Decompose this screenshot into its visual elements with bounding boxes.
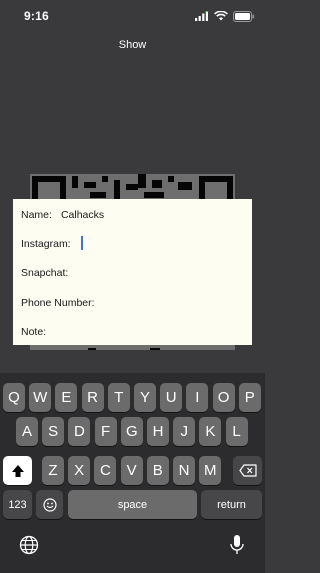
- shift-key[interactable]: [3, 456, 32, 485]
- key-t[interactable]: T: [107, 383, 130, 412]
- key-f[interactable]: F: [94, 417, 117, 446]
- key-h[interactable]: H: [147, 417, 169, 446]
- key-a[interactable]: A: [16, 417, 38, 446]
- key-v[interactable]: V: [120, 456, 143, 485]
- instagram-row: Instagram:: [21, 238, 80, 250]
- page-title: Show: [118, 39, 147, 51]
- name-row: Name: Calhacks: [21, 209, 104, 221]
- key-u[interactable]: U: [160, 383, 183, 412]
- numbers-key[interactable]: 123: [3, 490, 32, 519]
- text-cursor: [81, 236, 83, 250]
- key-m[interactable]: M: [199, 456, 222, 485]
- backspace-key[interactable]: [233, 456, 262, 485]
- shift-icon: [11, 464, 24, 477]
- key-r[interactable]: R: [81, 383, 104, 412]
- emoji-icon: [42, 497, 57, 512]
- key-e[interactable]: E: [55, 383, 78, 412]
- keyboard-bottom-bar: [0, 520, 265, 573]
- status-time: 9:16: [24, 9, 49, 23]
- phone-label: Phone Number:: [21, 297, 95, 309]
- key-o[interactable]: O: [212, 383, 235, 412]
- status-bar: 9:16: [0, 0, 265, 34]
- key-g[interactable]: G: [120, 417, 143, 446]
- note-label: Note:: [21, 326, 47, 338]
- key-c[interactable]: C: [94, 456, 117, 485]
- key-d[interactable]: D: [68, 417, 91, 446]
- return-key[interactable]: return: [201, 490, 262, 519]
- key-j[interactable]: J: [173, 417, 196, 446]
- key-i[interactable]: I: [186, 383, 209, 412]
- key-b[interactable]: B: [146, 456, 169, 485]
- microphone-icon[interactable]: [229, 534, 245, 556]
- name-label: Name:: [21, 209, 52, 221]
- key-l[interactable]: L: [225, 417, 248, 446]
- name-field[interactable]: Calhacks: [61, 209, 104, 221]
- backspace-icon: [238, 464, 257, 477]
- note-row: Note:: [21, 326, 46, 338]
- battery-icon: [233, 10, 255, 22]
- contact-form: Name: Calhacks Instagram: Snapchat: Phone…: [13, 199, 252, 345]
- key-k[interactable]: K: [199, 417, 222, 446]
- key-n[interactable]: N: [173, 456, 195, 485]
- phone-row: Phone Number:: [21, 297, 95, 309]
- key-s[interactable]: S: [42, 417, 65, 446]
- key-z[interactable]: Z: [42, 456, 64, 485]
- key-p[interactable]: P: [238, 383, 261, 412]
- emoji-key[interactable]: [36, 490, 63, 519]
- key-y[interactable]: Y: [134, 383, 156, 412]
- instagram-label: Instagram:: [21, 238, 71, 250]
- snapchat-label: Snapchat:: [21, 267, 69, 279]
- signal-icon: [195, 11, 209, 21]
- globe-icon[interactable]: [19, 535, 39, 555]
- key-q[interactable]: Q: [3, 383, 25, 412]
- snapchat-row: Snapchat:: [21, 267, 68, 279]
- wifi-icon: [214, 11, 228, 21]
- key-x[interactable]: X: [68, 456, 91, 485]
- key-w[interactable]: W: [29, 383, 52, 412]
- space-key[interactable]: space: [68, 490, 197, 519]
- status-icons: [195, 10, 255, 22]
